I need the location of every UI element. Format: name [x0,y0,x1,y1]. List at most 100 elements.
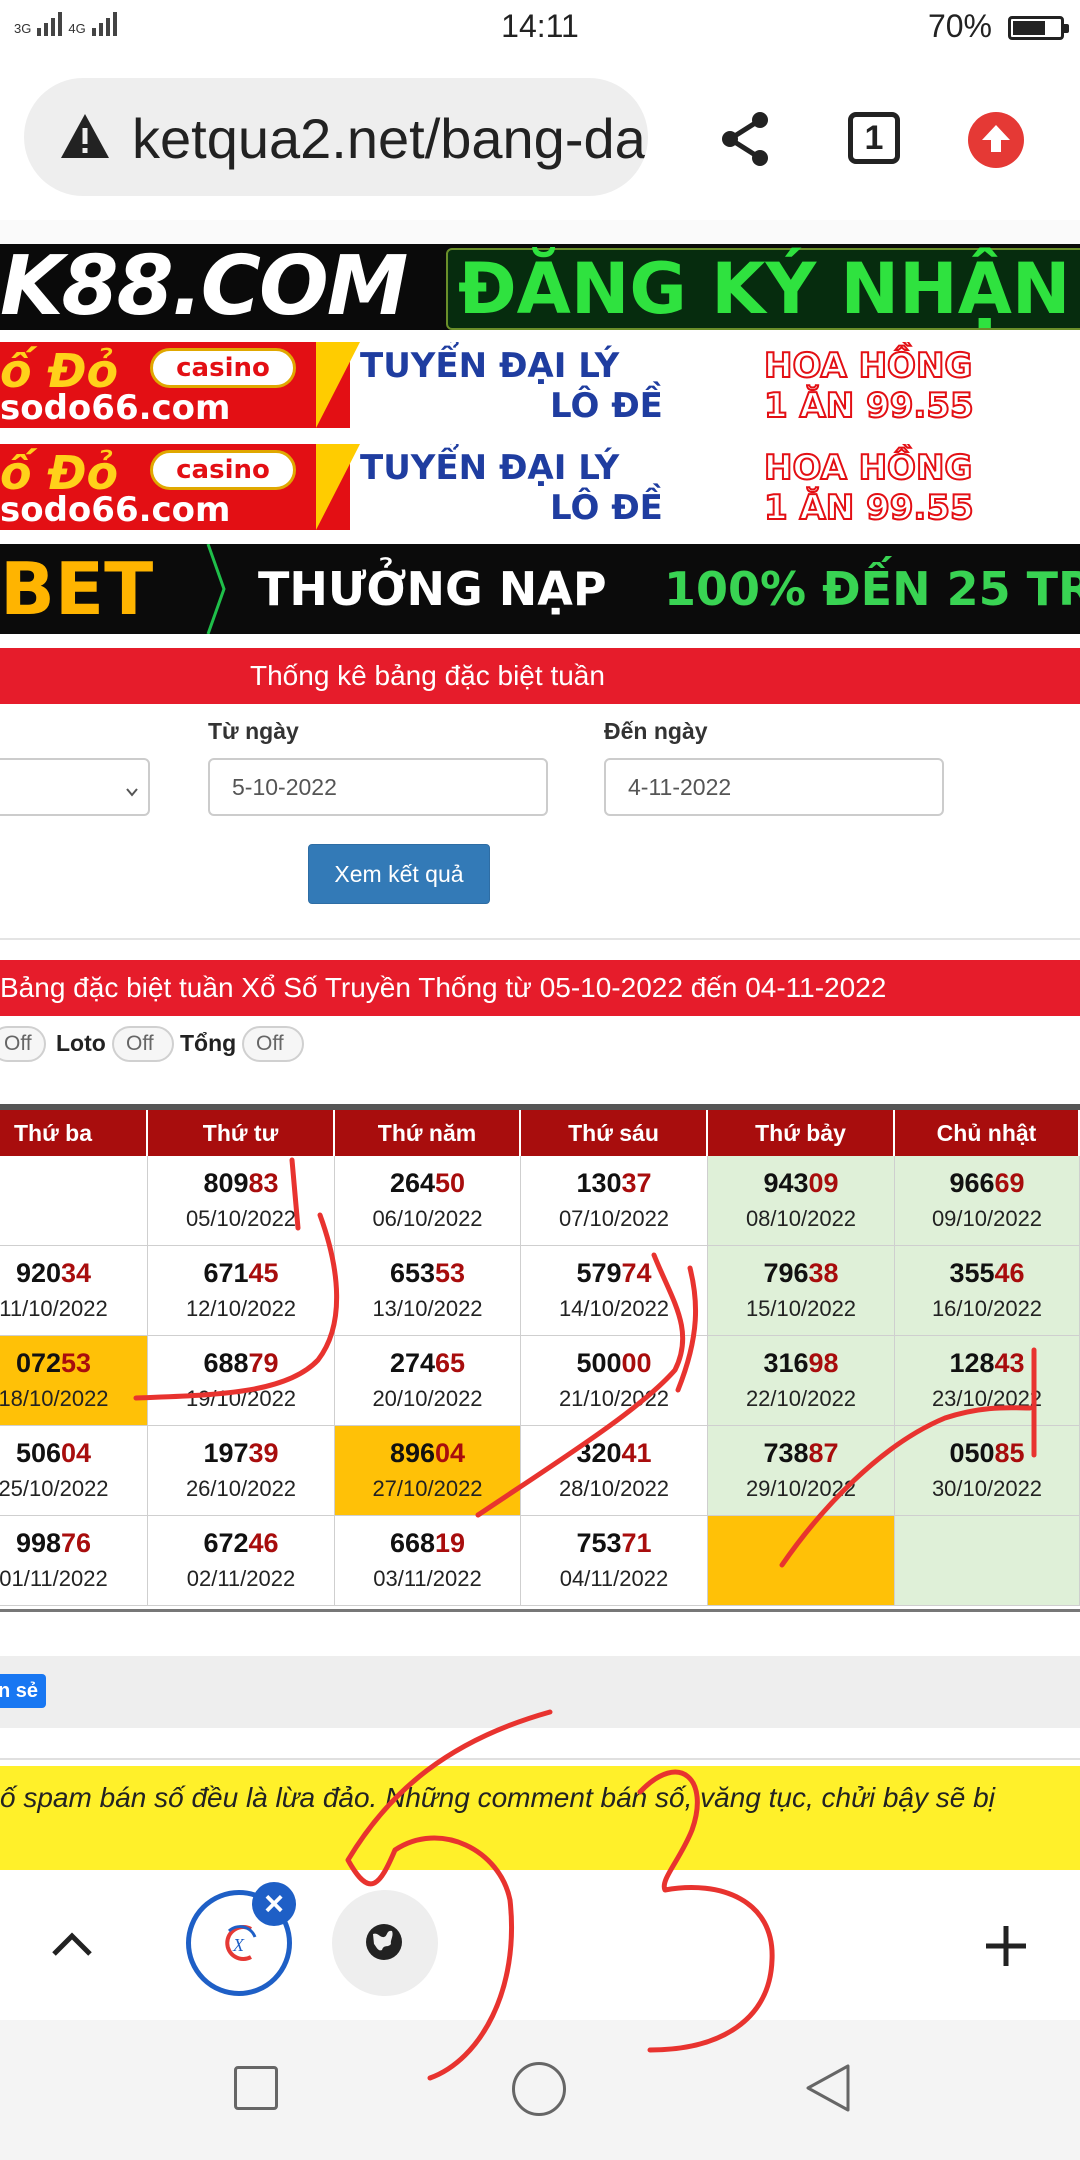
special-prize-number [708,1528,894,1560]
ad-banner-sodo[interactable]: ố Đỏ casino sodo66.com TUYỂN ĐẠI LÝ LÔ Đ… [0,342,1080,428]
special-prize-number: 50000 [521,1348,707,1380]
upload-icon[interactable] [968,112,1024,168]
number-head: 796 [763,1258,809,1288]
number-tail: 04 [435,1438,466,1468]
sodo-recruit-text: TUYỂN ĐẠI LÝ [360,448,620,488]
special-prize-number: 05085 [895,1438,1079,1470]
sodo-url: sodo66.com [0,490,231,530]
result-cell: 66819 03/11/2022 [335,1516,521,1606]
special-prize-number: 75371 [521,1528,707,1560]
number-tail: 76 [61,1528,92,1558]
table-title-bar: Bảng đặc biệt tuần Xổ Số Truyền Thống từ… [0,960,1080,1016]
draw-date: 08/10/2022 [745,1206,857,1231]
close-tab-button[interactable]: × [252,1882,296,1926]
sodo-url: sodo66.com [0,388,231,428]
column-header: Thứ sáu [521,1110,708,1156]
number-tail: 19 [435,1528,466,1558]
result-cell: 94309 08/10/2022 [708,1156,895,1246]
special-prize-number: 50604 [0,1438,147,1470]
globe-icon [366,1924,402,1960]
number-tail: 09 [808,1168,839,1198]
number-head: 672 [203,1528,249,1558]
svg-text:X: X [232,1935,245,1955]
number-head: 316 [763,1348,809,1378]
special-prize-number: 66819 [335,1528,520,1560]
share-button[interactable]: n sẻ [0,1674,46,1708]
number-tail: 74 [621,1258,652,1288]
draw-date: 18/10/2022 [0,1386,109,1411]
draw-date: 23/10/2022 [931,1386,1043,1411]
k88-logo-text: K88.COM [0,244,408,330]
number-tail: 79 [248,1348,279,1378]
result-cell: 50604 25/10/2022 [0,1426,148,1516]
toggle-tong[interactable]: Off [242,1026,304,1062]
draw-date: 15/10/2022 [745,1296,857,1321]
number-head: 653 [389,1258,435,1288]
bet-chevron-icon [206,544,226,634]
number-tail: 45 [248,1258,279,1288]
number-head: 128 [949,1348,995,1378]
special-prize-number: 79638 [708,1258,894,1290]
number-tail: 53 [435,1258,466,1288]
number-tail: 39 [248,1438,279,1468]
result-cell: 75371 04/11/2022 [521,1516,708,1606]
number-head: 998 [15,1528,61,1558]
draw-date: 05/10/2022 [185,1206,297,1231]
address-bar[interactable]: ketqua2.net/bang-da [24,78,648,196]
special-prize-number: 92034 [0,1258,147,1290]
warning-icon[interactable] [58,110,112,164]
column-header: Thứ tư [148,1110,335,1156]
number-tail: 87 [808,1438,839,1468]
sodo-lode-text: LÔ ĐỀ [550,386,663,426]
bet-logo-text: BET [0,547,154,631]
toggle-first[interactable]: Off [0,1026,46,1062]
result-cell: 99876 01/11/2022 [0,1516,148,1606]
number-head: 274 [389,1348,435,1378]
result-cell: 68879 19/10/2022 [148,1336,335,1426]
plus-icon[interactable] [984,1924,1028,1968]
from-date-input[interactable]: 5-10-2022 [208,758,548,816]
result-cell: 67246 02/11/2022 [148,1516,335,1606]
number-tail: 38 [808,1258,839,1288]
draw-date: 03/11/2022 [373,1566,482,1591]
back-icon[interactable] [802,2062,854,2114]
number-head: 920 [15,1258,61,1288]
column-header: Thứ năm [335,1110,521,1156]
number-head: 072 [15,1348,61,1378]
special-prize-number: 68879 [148,1348,334,1380]
status-bar: 3G 4G 14:11 70% [0,0,1080,56]
result-cell: 89604 27/10/2022 [335,1426,521,1516]
result-cell: 32041 28/10/2022 [521,1426,708,1516]
bet-deposit-text: THƯỞNG NẠP [258,562,607,616]
chevron-up-icon[interactable] [50,1930,94,1958]
number-tail: 53 [61,1348,92,1378]
home-icon[interactable] [512,2062,566,2116]
draw-date: 21/10/2022 [558,1386,670,1411]
result-cell: 31698 22/10/2022 [708,1336,895,1426]
draw-date: 26/10/2022 [185,1476,297,1501]
ad-banner-sodo[interactable]: ố Đỏ casino sodo66.com TUYỂN ĐẠI LÝ LÔ Đ… [0,444,1080,530]
sodo-logo-panel: ố Đỏ casino sodo66.com [0,342,350,428]
sodo-logo-panel: ố Đỏ casino sodo66.com [0,444,350,530]
number-tail: 50 [435,1168,466,1198]
tabs-count-button[interactable]: 1 [848,112,900,164]
toggle-loto[interactable]: Off [112,1026,174,1062]
special-prize-number: 67145 [148,1258,334,1290]
draw-date: 28/10/2022 [558,1476,670,1501]
page-nav-strip [0,220,1080,245]
number-head: 320 [576,1438,622,1468]
ad-banner-k88[interactable]: K88.COM ĐĂNG KÝ NHẬN [0,244,1080,330]
view-results-button[interactable]: Xem kết quả [308,844,490,904]
to-date-input[interactable]: 4-11-2022 [604,758,944,816]
result-cell: 05085 30/10/2022 [895,1426,1080,1516]
result-cell: 07253 18/10/2022 [0,1336,148,1426]
url-text[interactable]: ketqua2.net/bang-da [132,106,646,171]
share-icon[interactable] [718,110,772,168]
number-head: 688 [203,1348,249,1378]
result-cell: 35546 16/10/2022 [895,1246,1080,1336]
result-cell: 19739 26/10/2022 [148,1426,335,1516]
spam-warning-text: ố spam bán số đều là lừa đảo. Những comm… [0,1782,995,1813]
recent-apps-icon[interactable] [234,2066,278,2110]
ad-banner-bet[interactable]: BET THƯỞNG NẠP 100% ĐẾN 25 TR [0,544,1080,634]
result-cell [895,1516,1080,1606]
